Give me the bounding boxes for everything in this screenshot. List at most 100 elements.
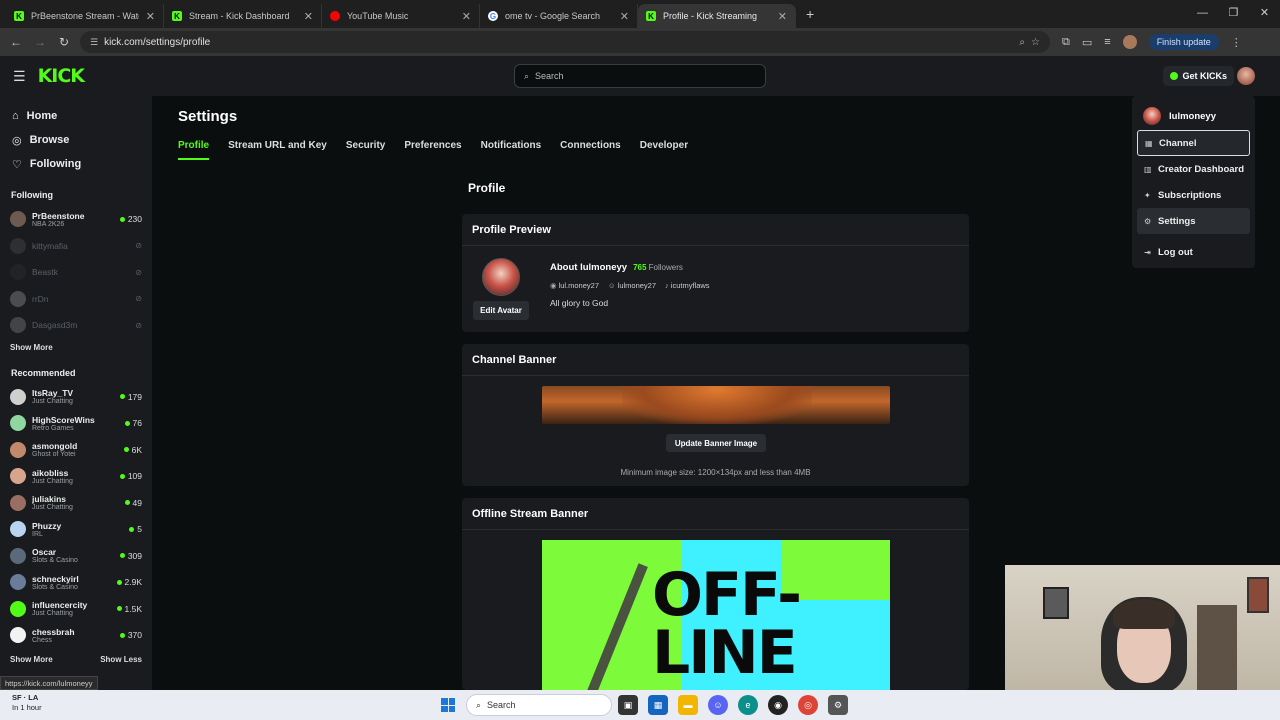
sidebar-item-home[interactable]: ⌂ Home (0, 104, 152, 128)
profile-avatar[interactable] (1122, 35, 1137, 49)
search-input[interactable]: ⌕ Search (514, 64, 766, 88)
search-icon: ⌕ (524, 70, 530, 81)
offline-icon: ⊘ (135, 320, 142, 330)
menu-item-settings[interactable]: ⚙ Settings (1137, 208, 1250, 234)
reload-icon[interactable]: ↻ (52, 35, 76, 49)
edit-avatar-button[interactable]: Edit Avatar (473, 301, 529, 320)
close-icon[interactable]: ✕ (146, 10, 155, 23)
tab-security[interactable]: Security (346, 140, 385, 160)
close-icon[interactable]: ✕ (304, 10, 313, 23)
hamburger-icon[interactable]: ☰ (13, 68, 26, 85)
tab-stream-url-and-key[interactable]: Stream URL and Key (228, 140, 327, 160)
back-icon[interactable]: ← (4, 35, 28, 49)
sidebar-channel-item[interactable]: juliakins Just Chatting 49 (0, 490, 152, 517)
close-icon[interactable]: ✕ (778, 10, 787, 23)
get-kicks-button[interactable]: Get KICKs (1163, 66, 1234, 86)
update-banner-button[interactable]: Update Banner Image (666, 434, 766, 452)
new-tab-icon[interactable]: + (806, 6, 814, 22)
live-dot-icon (123, 447, 129, 453)
browser-tab[interactable]: YouTube Music ✕ (322, 4, 480, 28)
edge-icon[interactable]: e (738, 695, 758, 715)
menu-item-channel[interactable]: ▦ Channel (1137, 130, 1250, 156)
weather-widget[interactable]: SF · LA In 1 hour (12, 693, 42, 713)
user-avatar[interactable] (1237, 67, 1255, 85)
cast-icon[interactable]: ▭ (1082, 36, 1092, 49)
channel-avatar (10, 264, 26, 281)
status-url: https://kick.com/lulmoneyy (0, 676, 98, 690)
channel-name: ItsRay_TV (32, 388, 74, 399)
obs-icon[interactable]: ◉ (768, 695, 788, 715)
sidebar-channel-item[interactable]: Dasgasd3m ⊘ (0, 312, 152, 339)
task-view-icon[interactable]: ▣ (618, 695, 638, 715)
close-icon[interactable]: ✕ (462, 10, 471, 23)
close-icon[interactable]: ✕ (620, 10, 629, 23)
dropdown-user[interactable]: lulmoneyy (1137, 102, 1250, 130)
menu-item-log-out[interactable]: ⇥ Log out (1137, 239, 1250, 265)
sidebar-channel-item[interactable]: Phuzzy IRL 5 (0, 516, 152, 543)
social-link-instagram[interactable]: ◉ lul.money27 (550, 281, 599, 290)
card-title: Offline Stream Banner (462, 498, 969, 530)
extensions-icon[interactable]: ⧉ (1062, 36, 1070, 49)
chrome-icon[interactable]: ◎ (798, 695, 818, 715)
discord-app-icon[interactable]: ☺ (708, 695, 728, 715)
channel-name: juliakins (32, 494, 67, 505)
kicks-coin-icon (1170, 72, 1179, 80)
show-more-following[interactable]: Show More (10, 343, 53, 352)
show-less-recommended[interactable]: Show Less (100, 655, 142, 664)
tab-developer[interactable]: Developer (640, 140, 688, 160)
menu-item-creator-dashboard[interactable]: ▥ Creator Dashboard (1137, 156, 1250, 182)
site-settings-icon[interactable]: ☰ (90, 37, 98, 48)
channel-avatar (10, 494, 26, 511)
url-field[interactable]: ☰ kick.com/settings/profile ⌕ ☆ (80, 31, 1050, 53)
sidebar-channel-item[interactable]: asmongold Ghost of Yotei 6K (0, 437, 152, 464)
browser-tab-active[interactable]: K Profile - Kick Streaming ✕ (638, 4, 796, 28)
sidebar-channel-item[interactable]: ItsRay_TV Just Chatting 179 (0, 384, 152, 411)
sidebar-channel-item[interactable]: kittymafia ⊘ (0, 233, 152, 260)
menu-item-subscriptions[interactable]: ✦ Subscriptions (1137, 182, 1250, 208)
menu-dots-icon[interactable]: ⋮ (1231, 36, 1242, 49)
finish-update-button[interactable]: Finish update (1148, 34, 1219, 50)
sidebar-channel-item[interactable]: influencercity Just Chatting 1.5K (0, 596, 152, 623)
browser-tab[interactable]: K Stream - Kick Dashboard ✕ (164, 4, 322, 28)
taskbar-search[interactable]: ⌕ Search (466, 694, 612, 716)
live-dot-icon (119, 553, 125, 559)
sidebar-channel-item[interactable]: Beastk ⊘ (0, 259, 152, 286)
browser-tab[interactable]: KPrBeenstone Stream - Watch Li✕ (6, 4, 164, 28)
tab-preferences[interactable]: Preferences (404, 140, 461, 160)
sidebar-channel-item[interactable]: schneckyirl Slots & Casino 2.9K (0, 569, 152, 596)
about-line: About lulmoneyy 765 Followers (550, 262, 683, 273)
forward-icon[interactable]: → (28, 35, 52, 49)
sidebar-item-browse[interactable]: ◎ Browse (0, 128, 152, 152)
tab-notifications[interactable]: Notifications (481, 140, 542, 160)
sidebar-channel-item[interactable]: PrBeenstone NBA 2K26 230 (0, 206, 152, 233)
zoom-icon[interactable]: ⌕ (1019, 37, 1025, 48)
sidebar-channel-item[interactable]: rrDn ⊘ (0, 286, 152, 313)
media-icon[interactable]: ≡ (1104, 36, 1110, 48)
file-explorer-icon[interactable]: ▬ (678, 695, 698, 715)
tab-profile[interactable]: Profile (178, 140, 210, 160)
sidebar-channel-item[interactable]: HighScoreWins Retro Games 76 (0, 410, 152, 437)
show-more-recommended[interactable]: Show More (10, 655, 53, 664)
channel-banner-card: Channel Banner Update Banner Image Minim… (462, 344, 969, 486)
close-window-icon[interactable]: ✕ (1249, 0, 1280, 28)
social-link-tiktok[interactable]: ♪ icutmyflaws (665, 281, 710, 290)
settings-app-icon[interactable]: ⚙ (828, 695, 848, 715)
sidebar-channel-item[interactable]: aikobliss Just Chatting 109 (0, 463, 152, 490)
channel-avatar (10, 441, 26, 458)
bookmark-star-icon[interactable]: ☆ (1031, 37, 1040, 48)
channel-avatar (10, 290, 26, 307)
minimize-icon[interactable]: — (1187, 0, 1218, 28)
sidebar-channel-item[interactable]: chessbrah Chess 370 (0, 622, 152, 649)
tab-connections[interactable]: Connections (560, 140, 621, 160)
store-icon[interactable]: ▦ (648, 695, 668, 715)
live-dot-icon (119, 216, 125, 222)
browser-tab[interactable]: Gome tv - Google Search ✕ (480, 4, 638, 28)
windows-start-icon[interactable] (441, 698, 455, 712)
offline-icon: ⊘ (135, 267, 142, 277)
social-link-discord[interactable]: ☺ lulmoney27 (608, 281, 656, 290)
sidebar-channel-item[interactable]: Oscar Slots & Casino 309 (0, 543, 152, 570)
viewer-count: ⊘ (135, 294, 142, 303)
sidebar-item-following[interactable]: ♡ Following (0, 152, 152, 176)
maximize-icon[interactable]: ❐ (1218, 0, 1249, 28)
kick-logo[interactable]: KICK (38, 65, 85, 87)
